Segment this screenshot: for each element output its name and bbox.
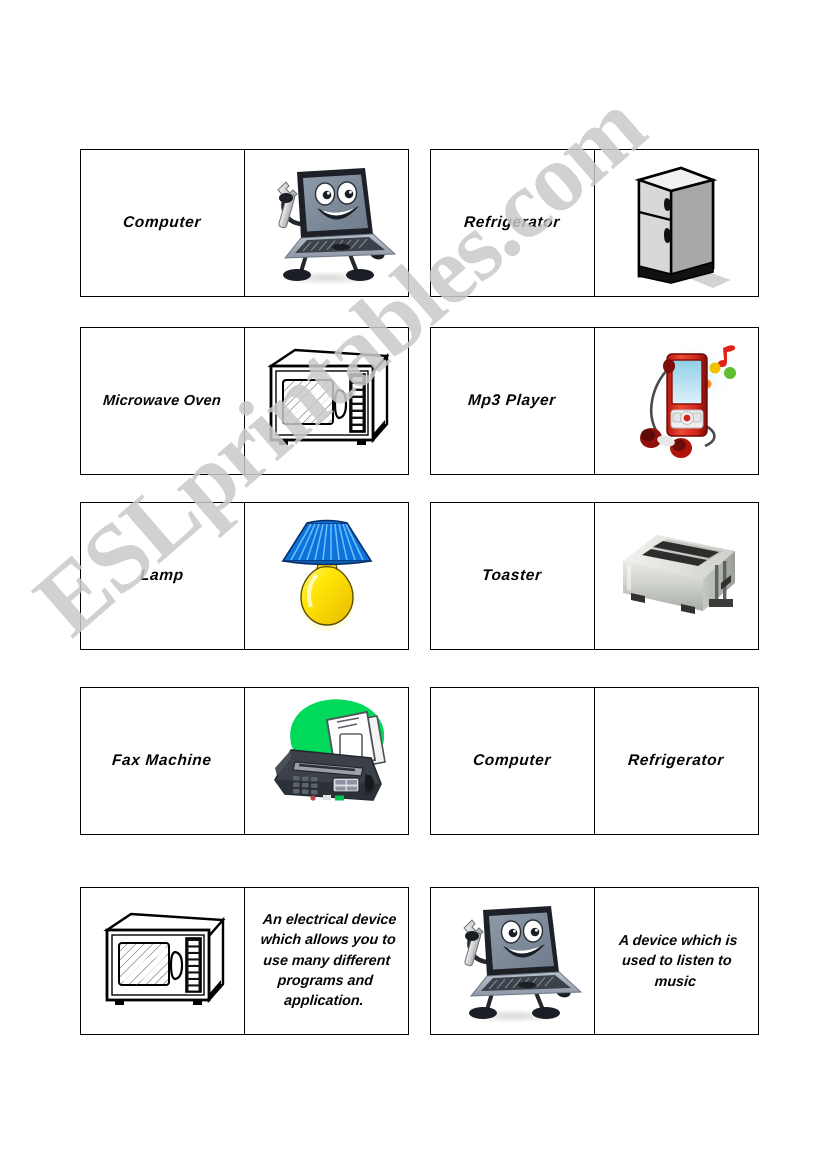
card-row: Fax Machine Computer Refrigerator bbox=[80, 687, 759, 835]
card-definition-half: An electrical device which allows you to… bbox=[245, 888, 409, 1034]
refrigerator-icon bbox=[595, 150, 759, 296]
card-mp3-player-picture[interactable]: Mp3 Player bbox=[430, 327, 759, 475]
card-picture-half bbox=[245, 503, 409, 649]
card-word-half: Computer bbox=[81, 150, 245, 296]
card-definition-text: An electrical device which allows you to… bbox=[259, 912, 397, 1010]
card-picture-half bbox=[595, 503, 759, 649]
mp3-player-with-earbuds-icon bbox=[595, 328, 759, 474]
card-word-label: Mp3 Player bbox=[467, 392, 557, 410]
card-word-label: Computer bbox=[122, 214, 202, 232]
card-word-half: Refrigerator bbox=[595, 688, 759, 834]
card-word-half: Refrigerator bbox=[431, 150, 595, 296]
card-word-half: Microwave Oven bbox=[81, 328, 245, 474]
card-row: Lamp Toaster bbox=[80, 502, 759, 650]
card-row: An electrical device which allows you to… bbox=[80, 887, 759, 1035]
card-definition-half: A device which is used to listen to musi… bbox=[595, 888, 759, 1034]
card-definition-text: A device which is used to listen to musi… bbox=[617, 932, 738, 990]
card-row: Microwave Oven Mp3 Player bbox=[80, 327, 759, 475]
card-lamp-picture[interactable]: Lamp bbox=[80, 502, 409, 650]
card-word-label: Fax Machine bbox=[111, 752, 213, 770]
card-computer-refrigerator-words[interactable]: Computer Refrigerator bbox=[430, 687, 759, 835]
card-computer-picture[interactable]: Computer bbox=[80, 149, 409, 297]
card-picture-half bbox=[595, 150, 759, 296]
card-word-half: Fax Machine bbox=[81, 688, 245, 834]
card-fax-machine-picture[interactable]: Fax Machine bbox=[80, 687, 409, 835]
card-grid: Computer Refrigerator Microwave Oven Mp3… bbox=[80, 149, 759, 1035]
card-picture-half bbox=[81, 888, 245, 1034]
table-lamp-icon bbox=[245, 503, 409, 649]
card-word-half: Mp3 Player bbox=[431, 328, 595, 474]
worksheet-page: ESLprintables.com Computer Refrigerator … bbox=[0, 0, 826, 1169]
card-picture-half bbox=[245, 150, 409, 296]
card-row: Computer Refrigerator bbox=[80, 149, 759, 297]
card-word-label: Computer bbox=[472, 752, 552, 770]
card-word-half: Toaster bbox=[431, 503, 595, 649]
laptop-character-with-wrench-icon bbox=[431, 888, 594, 1034]
toaster-icon bbox=[595, 503, 759, 649]
card-microwave-oven-picture[interactable]: Microwave Oven bbox=[80, 327, 409, 475]
card-picture-half bbox=[245, 688, 409, 834]
card-word-label: Refrigerator bbox=[627, 752, 725, 770]
card-picture-half bbox=[245, 328, 409, 474]
laptop-character-with-wrench-icon bbox=[245, 150, 409, 296]
card-word-label: Lamp bbox=[139, 567, 185, 585]
card-picture-half bbox=[595, 328, 759, 474]
fax-machine-icon bbox=[245, 688, 409, 834]
card-mp3-definition[interactable]: A device which is used to listen to musi… bbox=[430, 887, 759, 1035]
card-word-label: Refrigerator bbox=[463, 214, 561, 232]
card-picture-half bbox=[431, 888, 595, 1034]
card-word-half: Computer bbox=[431, 688, 595, 834]
microwave-oven-icon bbox=[81, 888, 244, 1034]
card-word-half: Lamp bbox=[81, 503, 245, 649]
card-word-label: Toaster bbox=[481, 567, 543, 585]
microwave-oven-icon bbox=[245, 328, 409, 474]
card-toaster-picture[interactable]: Toaster bbox=[430, 502, 759, 650]
card-microwave-definition[interactable]: An electrical device which allows you to… bbox=[80, 887, 409, 1035]
card-word-label: Microwave Oven bbox=[102, 392, 222, 409]
card-refrigerator-picture[interactable]: Refrigerator bbox=[430, 149, 759, 297]
